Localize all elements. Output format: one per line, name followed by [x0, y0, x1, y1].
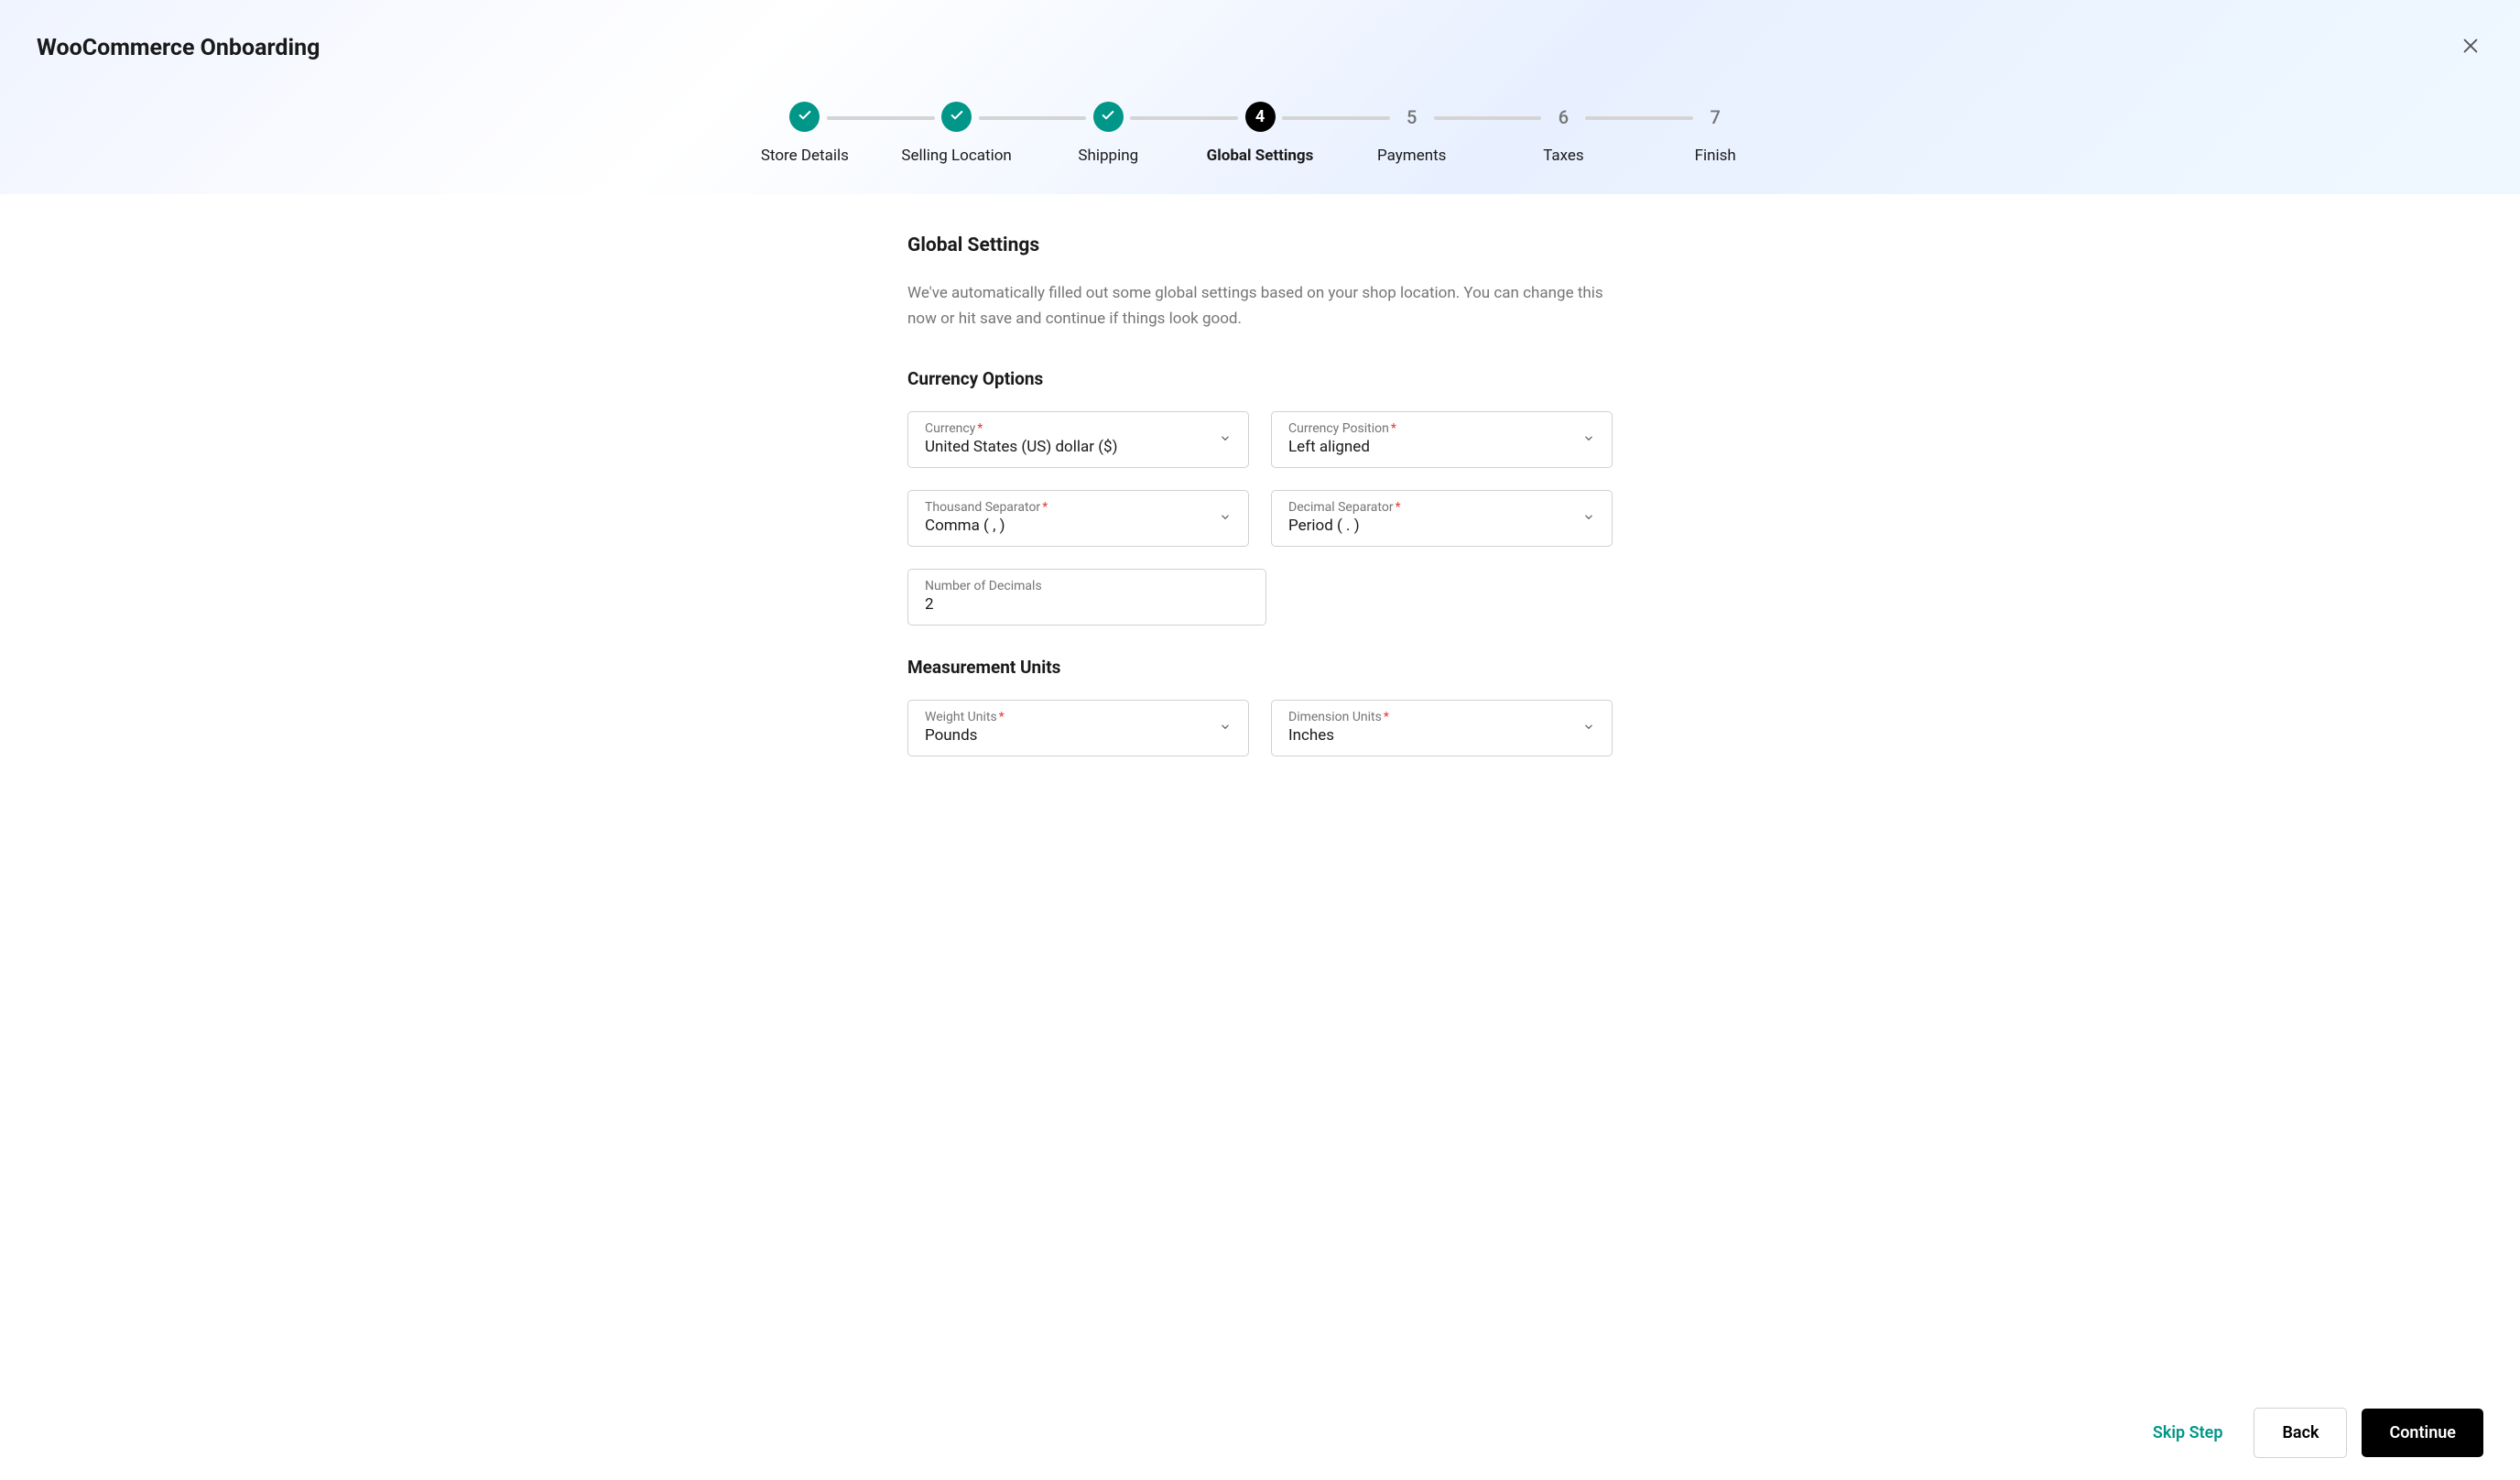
step-label: Global Settings	[1207, 147, 1314, 165]
field-value: Inches	[1288, 726, 1595, 745]
close-icon	[2460, 36, 2481, 60]
step-indicator-future: 5	[1396, 102, 1427, 132]
step-indicator-future: 6	[1548, 102, 1579, 132]
weight-units-select[interactable]: Weight Units* Pounds	[907, 700, 1249, 756]
currency-position-select[interactable]: Currency Position* Left aligned	[1271, 411, 1613, 468]
thousand-separator-select[interactable]: Thousand Separator* Comma ( , )	[907, 490, 1249, 547]
field-label: Decimal Separator*	[1288, 500, 1595, 515]
measurement-section-heading: Measurement Units	[907, 657, 1613, 678]
required-indicator: *	[1042, 500, 1048, 515]
form-row: Number of Decimals 2	[907, 569, 1613, 626]
step-selling-location[interactable]: Selling Location	[881, 102, 1033, 165]
required-indicator: *	[999, 710, 1005, 724]
currency-section-heading: Currency Options	[907, 368, 1613, 389]
field-label: Dimension Units*	[1288, 710, 1595, 724]
field-label: Thousand Separator*	[925, 500, 1232, 515]
step-finish[interactable]: 7 Finish	[1639, 102, 1791, 165]
step-payments[interactable]: 5 Payments	[1336, 102, 1488, 165]
step-indicator-completed	[1093, 102, 1124, 132]
field-value: Left aligned	[1288, 438, 1595, 456]
field-value: Pounds	[925, 726, 1232, 745]
step-label: Shipping	[1078, 147, 1138, 165]
step-indicator-completed	[789, 102, 820, 132]
check-icon	[950, 108, 964, 126]
onboarding-header: WooCommerce Onboarding Store Details	[0, 0, 2520, 194]
step-indicator-future: 7	[1700, 102, 1731, 132]
field-value: 2	[925, 595, 1249, 614]
required-indicator: *	[977, 421, 983, 436]
chevron-down-icon	[1582, 431, 1595, 449]
main-content: Global Settings We've automatically fill…	[898, 234, 1622, 907]
step-label: Payments	[1377, 147, 1446, 165]
currency-select[interactable]: Currency* United States (US) dollar ($)	[907, 411, 1249, 468]
step-label: Taxes	[1543, 147, 1584, 165]
form-row: Thousand Separator* Comma ( , ) Decimal …	[907, 490, 1613, 547]
form-row: Weight Units* Pounds Dimension Units* In…	[907, 700, 1613, 756]
field-label: Weight Units*	[925, 710, 1232, 724]
chevron-down-icon	[1582, 720, 1595, 737]
field-label: Number of Decimals	[925, 579, 1249, 593]
content-heading: Global Settings	[907, 234, 1613, 256]
chevron-down-icon	[1219, 720, 1232, 737]
chevron-down-icon	[1219, 431, 1232, 449]
step-global-settings[interactable]: 4 Global Settings	[1184, 102, 1336, 165]
step-label: Selling Location	[901, 147, 1011, 165]
skip-step-button[interactable]: Skip Step	[2136, 1409, 2240, 1457]
progress-stepper: Store Details Selling Location	[674, 102, 1846, 165]
step-taxes[interactable]: 6 Taxes	[1488, 102, 1640, 165]
form-row: Currency* United States (US) dollar ($) …	[907, 411, 1613, 468]
page-title: WooCommerce Onboarding	[37, 35, 2483, 61]
number-of-decimals-input[interactable]: Number of Decimals 2	[907, 569, 1266, 626]
check-icon	[798, 108, 812, 126]
content-description: We've automatically filled out some glob…	[907, 280, 1613, 332]
spacer	[1288, 569, 1613, 626]
field-value: Period ( . )	[1288, 517, 1595, 535]
step-label: Finish	[1695, 147, 1736, 165]
footer-actions: Skip Step Back Continue	[0, 1386, 2520, 1480]
step-store-details[interactable]: Store Details	[729, 102, 881, 165]
field-value: Comma ( , )	[925, 517, 1232, 535]
field-value: United States (US) dollar ($)	[925, 438, 1232, 456]
field-label: Currency*	[925, 421, 1232, 436]
step-indicator-active: 4	[1245, 102, 1276, 132]
back-button[interactable]: Back	[2254, 1408, 2347, 1458]
measurement-section: Measurement Units Weight Units* Pounds D…	[907, 657, 1613, 756]
step-shipping[interactable]: Shipping	[1032, 102, 1184, 165]
continue-button[interactable]: Continue	[2362, 1409, 2483, 1457]
required-indicator: *	[1384, 710, 1389, 724]
close-button[interactable]	[2458, 35, 2483, 60]
step-indicator-completed	[941, 102, 972, 132]
chevron-down-icon	[1219, 510, 1232, 528]
required-indicator: *	[1396, 500, 1401, 515]
check-icon	[1101, 108, 1115, 126]
required-indicator: *	[1391, 421, 1396, 436]
field-label: Currency Position*	[1288, 421, 1595, 436]
decimal-separator-select[interactable]: Decimal Separator* Period ( . )	[1271, 490, 1613, 547]
step-label: Store Details	[761, 147, 849, 165]
dimension-units-select[interactable]: Dimension Units* Inches	[1271, 700, 1613, 756]
chevron-down-icon	[1582, 510, 1595, 528]
